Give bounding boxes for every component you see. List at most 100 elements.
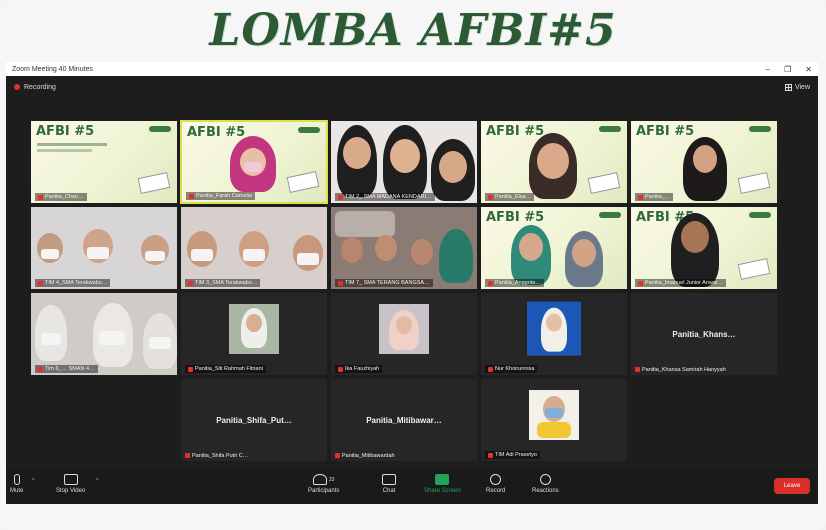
participant-name: TIM Adi Prasetyo [485, 451, 540, 459]
participant-face [572, 239, 596, 267]
mic-muted-icon [38, 280, 43, 286]
logo-icon [599, 212, 621, 218]
recording-indicator[interactable]: Recording [14, 84, 56, 91]
participant-display-name: Panitia_Khans… [672, 329, 736, 339]
participant-name: TIM 4_SMA Terakwabo… [35, 279, 111, 287]
window-titlebar: Zoom Meeting 40 Minutes – ❐ ✕ [6, 62, 818, 76]
logo-icon [749, 212, 771, 218]
profile-photo [379, 304, 429, 354]
recording-label: Recording [24, 83, 56, 91]
participant-name: TIM 3_SMA Terakwabo… [185, 279, 261, 287]
record-button[interactable]: Record [486, 474, 505, 494]
mic-muted-icon [335, 453, 340, 458]
reactions-button[interactable]: Reactions [532, 474, 559, 494]
photo-tile[interactable]: TIM Adi Prasetyo [480, 378, 628, 462]
face-mask [99, 331, 125, 345]
share-screen-icon [435, 474, 450, 485]
video-tile[interactable]: TIM 7_ SMA TERANG BANGSA… [330, 206, 478, 290]
view-button[interactable]: View [784, 83, 810, 91]
mic-muted-icon [488, 366, 493, 372]
photo-tile[interactable]: Ika Fauzhiyah [330, 292, 478, 376]
leave-button[interactable]: Leave [774, 478, 810, 494]
maximize-icon[interactable]: ❐ [784, 65, 791, 74]
video-tile[interactable]: TIM 4_SMA Terakwabo… [30, 206, 178, 290]
video-tile[interactable]: Tim 6_… SMAN 4… [30, 292, 178, 376]
face-mask [41, 249, 59, 259]
video-tile[interactable]: AFBI #5 Panitia_Imanuel Junior Anwar… [630, 206, 778, 290]
microphone-icon [13, 474, 20, 485]
participant-name: Panitia_Elsa… [485, 193, 535, 201]
profile-photo [229, 304, 279, 354]
mic-muted-icon [638, 280, 643, 286]
mic-muted-icon [189, 193, 194, 199]
mic-muted-icon [338, 366, 343, 372]
chat-icon [382, 474, 396, 485]
name-only-tile[interactable]: Panitia_Shifa_Put… Panitia_Shifa Putri C… [180, 378, 328, 462]
participant-face [375, 235, 397, 261]
face-mask [149, 337, 171, 349]
face-mask [545, 408, 563, 418]
window-controls: – ❐ ✕ [766, 65, 812, 74]
participants-icon [312, 474, 327, 485]
participant-video [439, 229, 473, 283]
participant-name: Panitia_Mitibawardah [335, 453, 395, 459]
close-icon[interactable]: ✕ [805, 65, 812, 74]
participant-name: Panitia_Chan… [35, 193, 87, 201]
face-mask [243, 249, 265, 261]
mic-muted-icon [488, 194, 493, 200]
video-tile[interactable]: AFBI #5 Panitia_Elsa… [480, 120, 628, 204]
chat-button[interactable]: Chat [382, 474, 396, 494]
recording-dot-icon [14, 84, 20, 90]
profile-photo [527, 301, 581, 356]
video-tile[interactable]: TIM 3_SMA Terakwabo… [180, 206, 328, 290]
video-tile-active-speaker[interactable]: AFBI #5 Panitia_Farah Camalia [180, 120, 328, 204]
slide-text-line [37, 143, 107, 146]
participant-display-name: Panitia_Mitibawar… [366, 415, 442, 425]
logo-icon [599, 126, 621, 132]
record-icon [490, 474, 502, 485]
video-tile[interactable]: TIM 2_ SMA MADANA KENDARI… [330, 120, 478, 204]
participant-face [343, 137, 371, 169]
grid-view-icon [784, 83, 792, 91]
mute-button[interactable]: Mute [10, 474, 23, 494]
participant-face [341, 237, 363, 263]
participant-name: TIM 2_ SMA MADANA KENDARI… [335, 193, 435, 201]
stop-video-button[interactable]: Stop Video [56, 474, 85, 494]
photo-tile[interactable]: Panitia_Siti Rahmah Fitriani [180, 292, 328, 376]
participants-button[interactable]: 33 Participants [308, 474, 339, 494]
slide-title: AFBI #5 [36, 124, 95, 139]
participant-name: Panitia_Anggota… [485, 279, 544, 287]
minimize-icon[interactable]: – [766, 65, 770, 74]
participant-face [390, 139, 420, 173]
clothing [537, 422, 571, 438]
banner-title: LOMBA AFBI#5 [209, 4, 617, 56]
chevron-up-icon[interactable]: ^ [96, 478, 99, 484]
participant-face [246, 314, 262, 332]
participant-name: Panitia_Siti Rahmah Fitriani [185, 365, 266, 373]
reactions-icon [539, 474, 551, 485]
mic-muted-icon [38, 194, 43, 200]
shared-slide: AFBI #5 [481, 207, 627, 289]
slide-title: AFBI #5 [636, 124, 695, 139]
participant-face [396, 316, 412, 334]
face-mask [87, 247, 109, 259]
name-only-tile[interactable]: Panitia_Khans… Panitia_Khansa Samirah Ha… [630, 292, 778, 376]
chevron-up-icon[interactable]: ^ [32, 478, 35, 484]
video-tile[interactable]: AFBI #5 Panitia_… [630, 120, 778, 204]
screenshot-frame: LOMBA AFBI#5 Zoom Meeting 40 Minutes – ❐… [0, 0, 826, 530]
slide-title: AFBI #5 [486, 124, 545, 139]
profile-photo [529, 390, 579, 440]
participants-count: 33 [328, 476, 335, 483]
cards-illustration [737, 258, 771, 280]
mic-muted-icon [185, 453, 190, 458]
name-only-tile[interactable]: Panitia_Mitibawar… Panitia_Mitibawardah [330, 378, 478, 462]
video-tile[interactable]: AFBI #5 Panitia_Anggota… [480, 206, 628, 290]
participant-face [546, 313, 562, 332]
zoom-meeting-window: Recording View AFBI #5 Panitia_Chan… AFB… [6, 76, 818, 504]
share-screen-button[interactable]: Share Screen [424, 474, 461, 494]
slide-title: AFBI #5 [486, 210, 545, 225]
participant-name: TIM 7_ SMA TERANG BANGSA… [335, 279, 433, 287]
photo-tile[interactable]: Nur Khoirunnisa [480, 292, 628, 376]
face-mask [145, 251, 165, 261]
video-tile[interactable]: AFBI #5 Panitia_Chan… [30, 120, 178, 204]
